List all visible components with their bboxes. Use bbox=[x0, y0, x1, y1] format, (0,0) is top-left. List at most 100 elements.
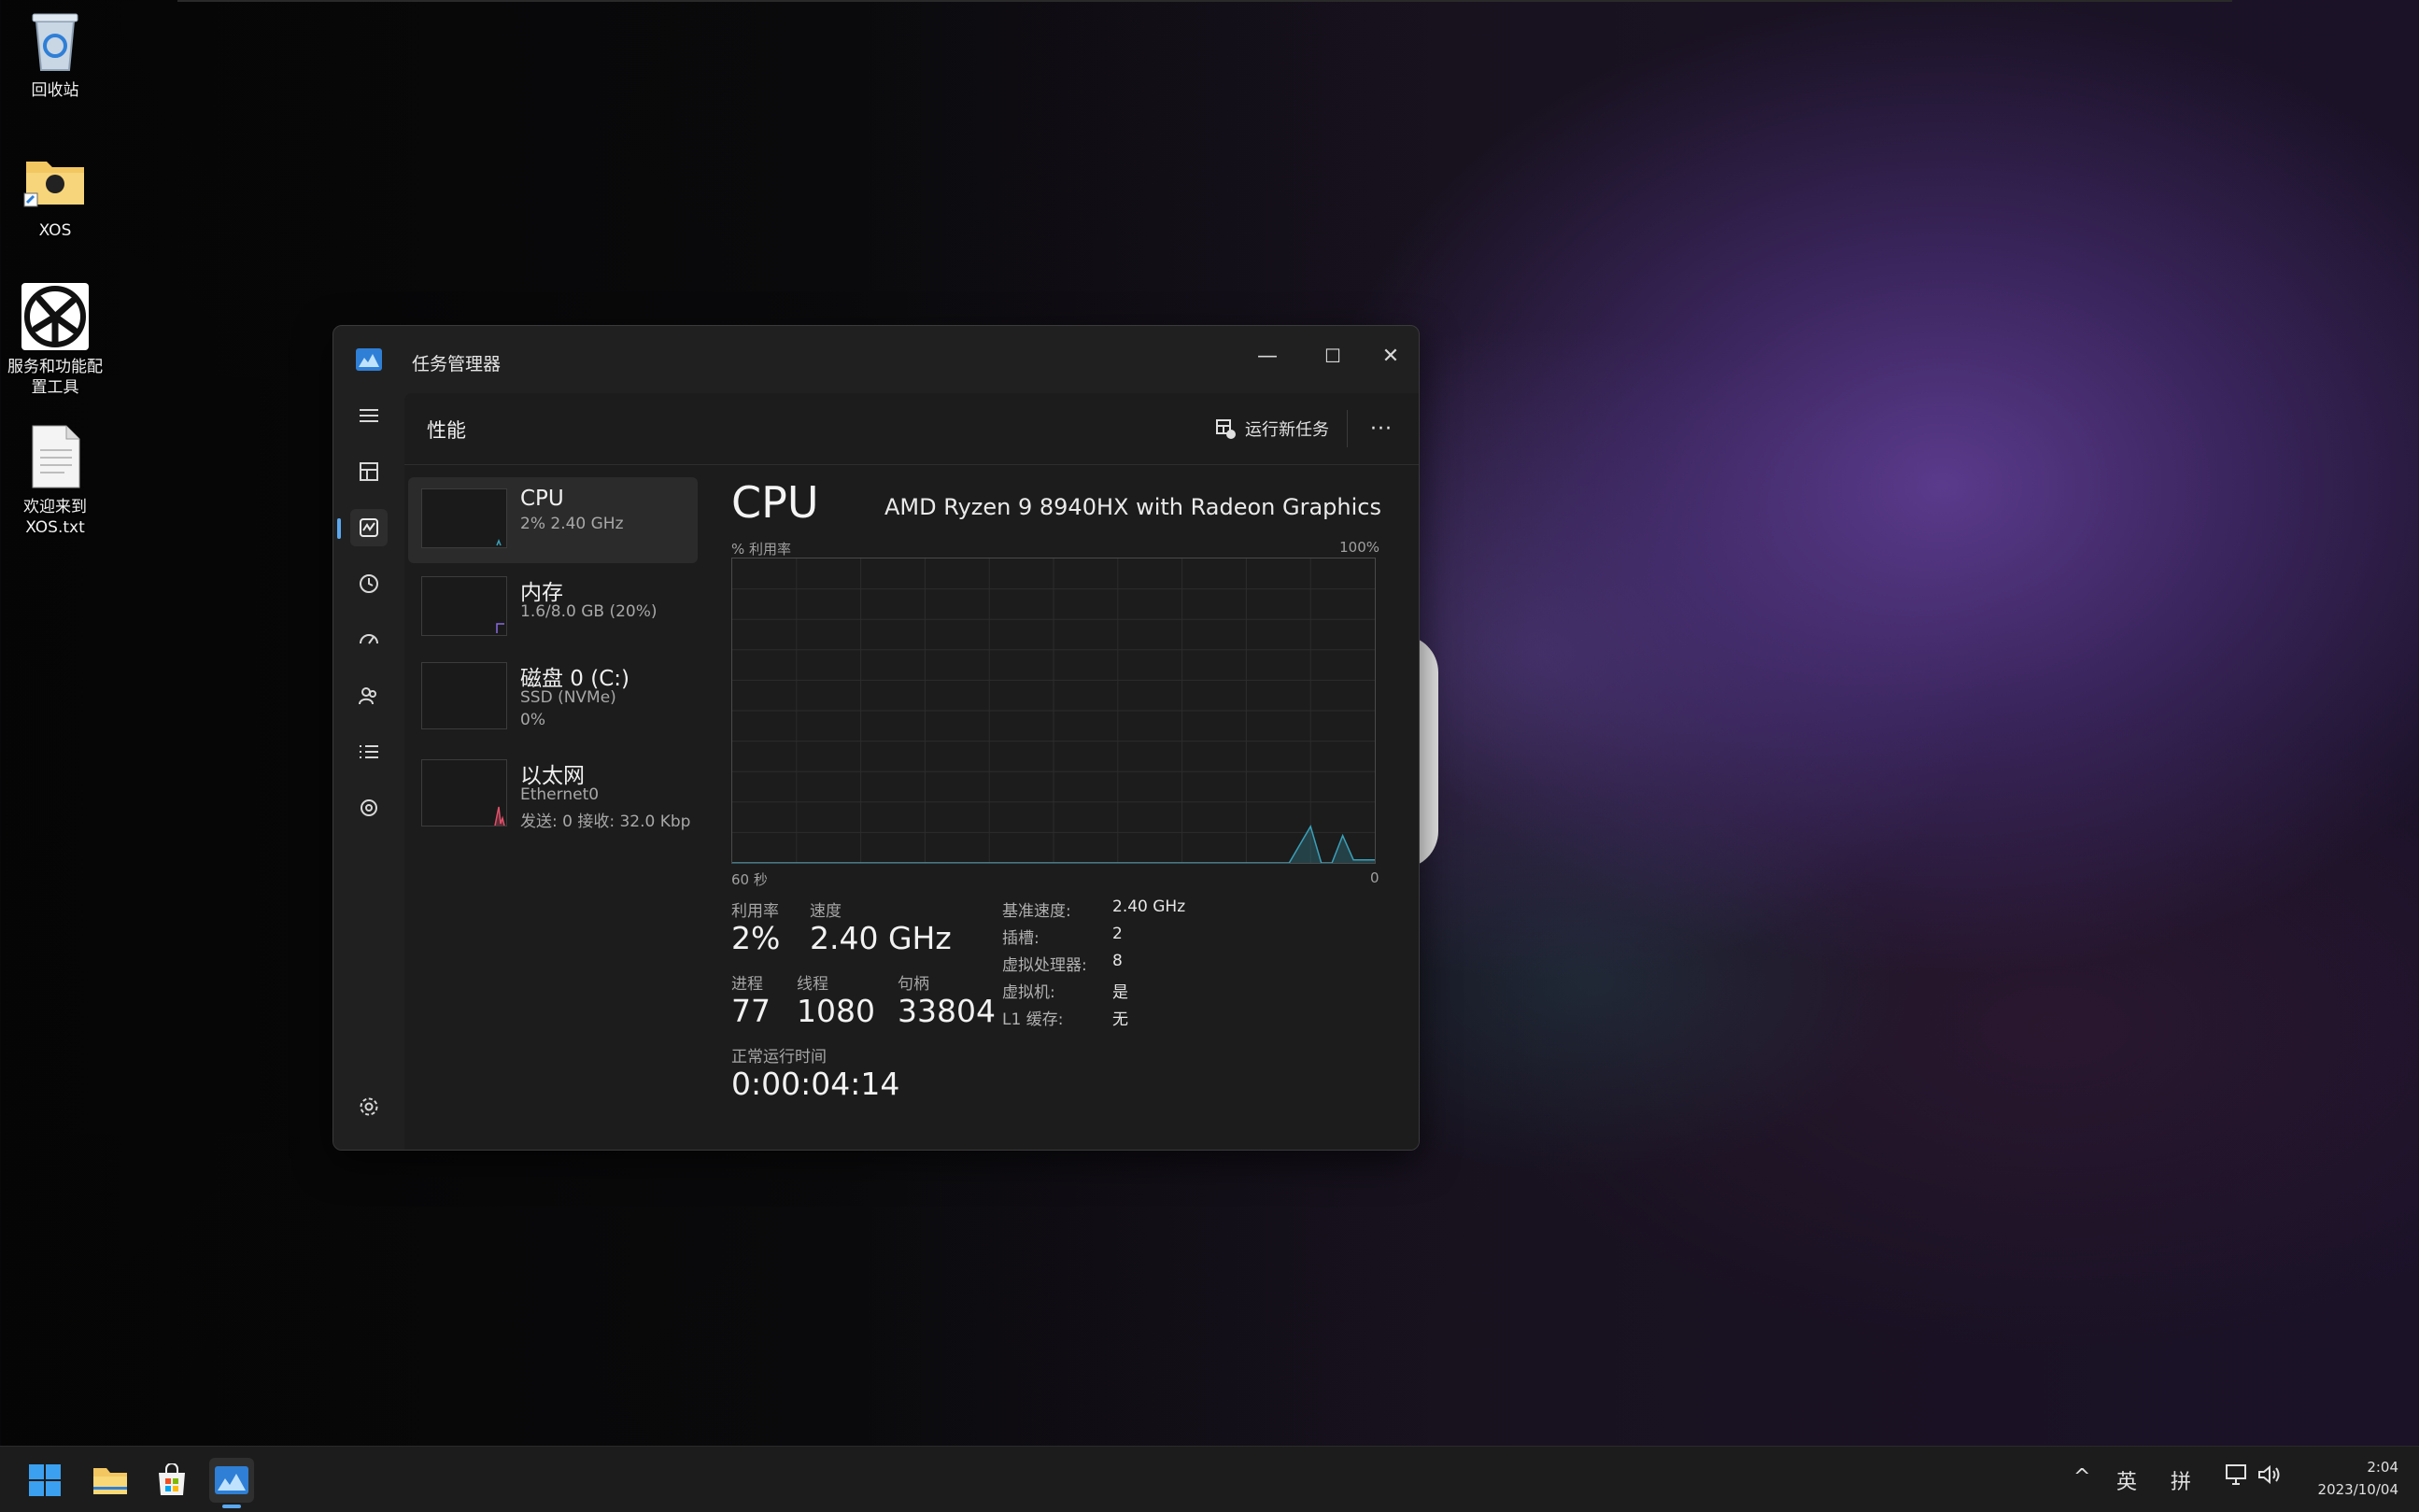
uptime-value: 0:00:04:14 bbox=[731, 1066, 900, 1102]
recycle-bin-icon bbox=[21, 6, 90, 75]
text-file-icon bbox=[21, 422, 90, 491]
run-new-task-button[interactable]: 运行新任务 bbox=[1215, 412, 1329, 445]
desktop-icon-label: 欢迎来到 XOS.txt bbox=[23, 498, 87, 537]
spec-key: 虚拟机: bbox=[1002, 983, 1055, 1002]
spec-key: 虚拟处理器: bbox=[1002, 956, 1087, 975]
processes-value: 77 bbox=[731, 993, 771, 1029]
services-icon[interactable] bbox=[350, 789, 388, 827]
service-tool-icon bbox=[21, 282, 90, 351]
window-title: 任务管理器 bbox=[412, 354, 502, 374]
ethernet-mini-graph bbox=[421, 759, 507, 827]
resource-detail: SSD (NVMe) bbox=[520, 688, 616, 707]
language-indicator[interactable]: 英 bbox=[2116, 1465, 2137, 1495]
clock[interactable]: 2:04 2023/10/04 bbox=[2318, 1456, 2398, 1501]
run-task-label: 运行新任务 bbox=[1245, 420, 1329, 440]
taskbar: ^ 英 拼 2:04 2023/10/04 bbox=[0, 1446, 2419, 1512]
file-explorer-icon[interactable] bbox=[88, 1458, 133, 1503]
utilization-label: 利用率 bbox=[731, 902, 779, 921]
app-history-icon[interactable] bbox=[350, 565, 388, 602]
handles-label: 句柄 bbox=[898, 975, 929, 994]
resource-item-memory[interactable]: 内存 1.6/8.0 GB (20%) bbox=[408, 565, 698, 651]
processes-label: 进程 bbox=[731, 975, 763, 994]
threads-label: 线程 bbox=[797, 975, 828, 994]
page-header: 性能 运行新任务 ··· bbox=[404, 393, 1419, 465]
page-title: 性能 bbox=[427, 419, 466, 442]
spec-value: 8 bbox=[1112, 952, 1123, 970]
resource-detail: 发送: 0 接收: 32.0 Kbp bbox=[520, 813, 691, 831]
users-icon[interactable] bbox=[350, 677, 388, 714]
spec-key: 插槽: bbox=[1002, 929, 1040, 948]
task-manager-icon[interactable] bbox=[209, 1458, 254, 1503]
resource-name: 磁盘 0 (C:) bbox=[520, 667, 630, 691]
resource-name: 以太网 bbox=[520, 764, 585, 788]
detail-title: CPU bbox=[731, 477, 819, 528]
settings-icon[interactable] bbox=[350, 1088, 388, 1125]
spec-value: 无 bbox=[1112, 1010, 1128, 1029]
resource-name: CPU bbox=[520, 487, 564, 511]
task-manager-running-indicator bbox=[222, 1505, 241, 1508]
memory-mini-graph bbox=[421, 576, 507, 636]
resource-item-disk[interactable]: 磁盘 0 (C:) SSD (NVMe) 0% bbox=[408, 651, 698, 737]
desktop-icon-label: XOS bbox=[38, 221, 72, 240]
utilization-value: 2% bbox=[731, 920, 781, 956]
desktop-icon-xos[interactable]: XOS bbox=[0, 146, 110, 241]
cpu-utilization-graph bbox=[731, 558, 1376, 864]
clock-time: 2:04 bbox=[2367, 1459, 2398, 1476]
processes-icon[interactable] bbox=[350, 453, 388, 490]
run-task-icon bbox=[1216, 419, 1236, 439]
performance-icon[interactable] bbox=[350, 509, 388, 546]
input-method-indicator[interactable]: 拼 bbox=[2171, 1465, 2191, 1495]
spec-value: 是 bbox=[1112, 983, 1128, 1002]
resource-detail: 1.6/8.0 GB (20%) bbox=[520, 602, 658, 621]
resource-item-cpu[interactable]: CPU 2% 2.40 GHz bbox=[408, 477, 698, 563]
minimize-button[interactable]: — bbox=[1239, 335, 1295, 376]
more-options-button[interactable]: ··· bbox=[1361, 410, 1402, 447]
details-icon[interactable] bbox=[350, 733, 388, 770]
clock-date: 2023/10/04 bbox=[2317, 1481, 2398, 1498]
task-manager-window[interactable]: 任务管理器 — ☐ ✕ 性能 运行新任务 ··· CPU 2% 2.40 GHz… bbox=[332, 325, 1420, 1151]
menu-icon[interactable] bbox=[350, 397, 388, 434]
maximize-button[interactable]: ☐ bbox=[1305, 335, 1361, 376]
disk-mini-graph bbox=[421, 662, 507, 729]
spec-key: L1 缓存: bbox=[1002, 1010, 1064, 1029]
folder-shortcut-icon bbox=[21, 146, 90, 215]
close-button[interactable]: ✕ bbox=[1363, 335, 1419, 376]
network-icon[interactable] bbox=[2225, 1463, 2249, 1491]
chevron-up-icon[interactable]: ^ bbox=[2073, 1465, 2090, 1489]
spec-key: 基准速度: bbox=[1002, 902, 1071, 921]
cpu-detail-pane: CPU AMD Ryzen 9 8940HX with Radeon Graph… bbox=[731, 477, 1400, 1150]
resource-detail: 0% bbox=[520, 711, 545, 729]
header-divider bbox=[1347, 410, 1348, 447]
task-manager-app-icon bbox=[356, 348, 382, 371]
resource-item-ethernet[interactable]: 以太网 Ethernet0 发送: 0 接收: 32.0 Kbp bbox=[408, 748, 698, 834]
performance-page: 性能 运行新任务 ··· CPU 2% 2.40 GHz 内存 1.6/8.0 … bbox=[404, 393, 1419, 1150]
cpu-mini-graph bbox=[421, 488, 507, 548]
desktop-icon-service-tool[interactable]: 服务和功能配 置工具 bbox=[0, 282, 110, 398]
graph-x-right-label: 0 bbox=[1370, 869, 1379, 886]
desktop-icon-recycle-bin[interactable]: 回收站 bbox=[0, 6, 110, 101]
speed-label: 速度 bbox=[810, 902, 842, 921]
left-navigation bbox=[333, 393, 404, 1150]
graph-y-max: 100% bbox=[1339, 539, 1379, 556]
resource-detail: 2% 2.40 GHz bbox=[520, 515, 624, 533]
title-bar[interactable]: 任务管理器 — ☐ ✕ bbox=[333, 326, 1419, 393]
desktop-icon-label: 回收站 bbox=[31, 81, 79, 100]
threads-value: 1080 bbox=[797, 993, 875, 1029]
desktop-icon-welcome-txt[interactable]: 欢迎来到 XOS.txt bbox=[0, 422, 110, 538]
desktop-icon-label: 服务和功能配 置工具 bbox=[7, 358, 103, 397]
resource-name: 内存 bbox=[520, 581, 563, 605]
active-nav-indicator bbox=[337, 518, 341, 539]
store-icon[interactable] bbox=[149, 1458, 194, 1503]
cpu-model-name: AMD Ryzen 9 8940HX with Radeon Graphics bbox=[884, 494, 1381, 520]
start-icon[interactable] bbox=[22, 1458, 67, 1503]
startup-icon[interactable] bbox=[350, 621, 388, 658]
spec-value: 2 bbox=[1112, 925, 1123, 943]
spec-value: 2.40 GHz bbox=[1112, 897, 1186, 916]
resource-detail: Ethernet0 bbox=[520, 785, 600, 804]
uptime-label: 正常运行时间 bbox=[731, 1048, 827, 1067]
volume-icon[interactable] bbox=[2256, 1463, 2283, 1491]
speed-value: 2.40 GHz bbox=[810, 920, 952, 956]
handles-value: 33804 bbox=[898, 993, 996, 1029]
graph-x-left-label: 60 秒 bbox=[731, 871, 768, 888]
screen-top-edge bbox=[177, 0, 2232, 2]
